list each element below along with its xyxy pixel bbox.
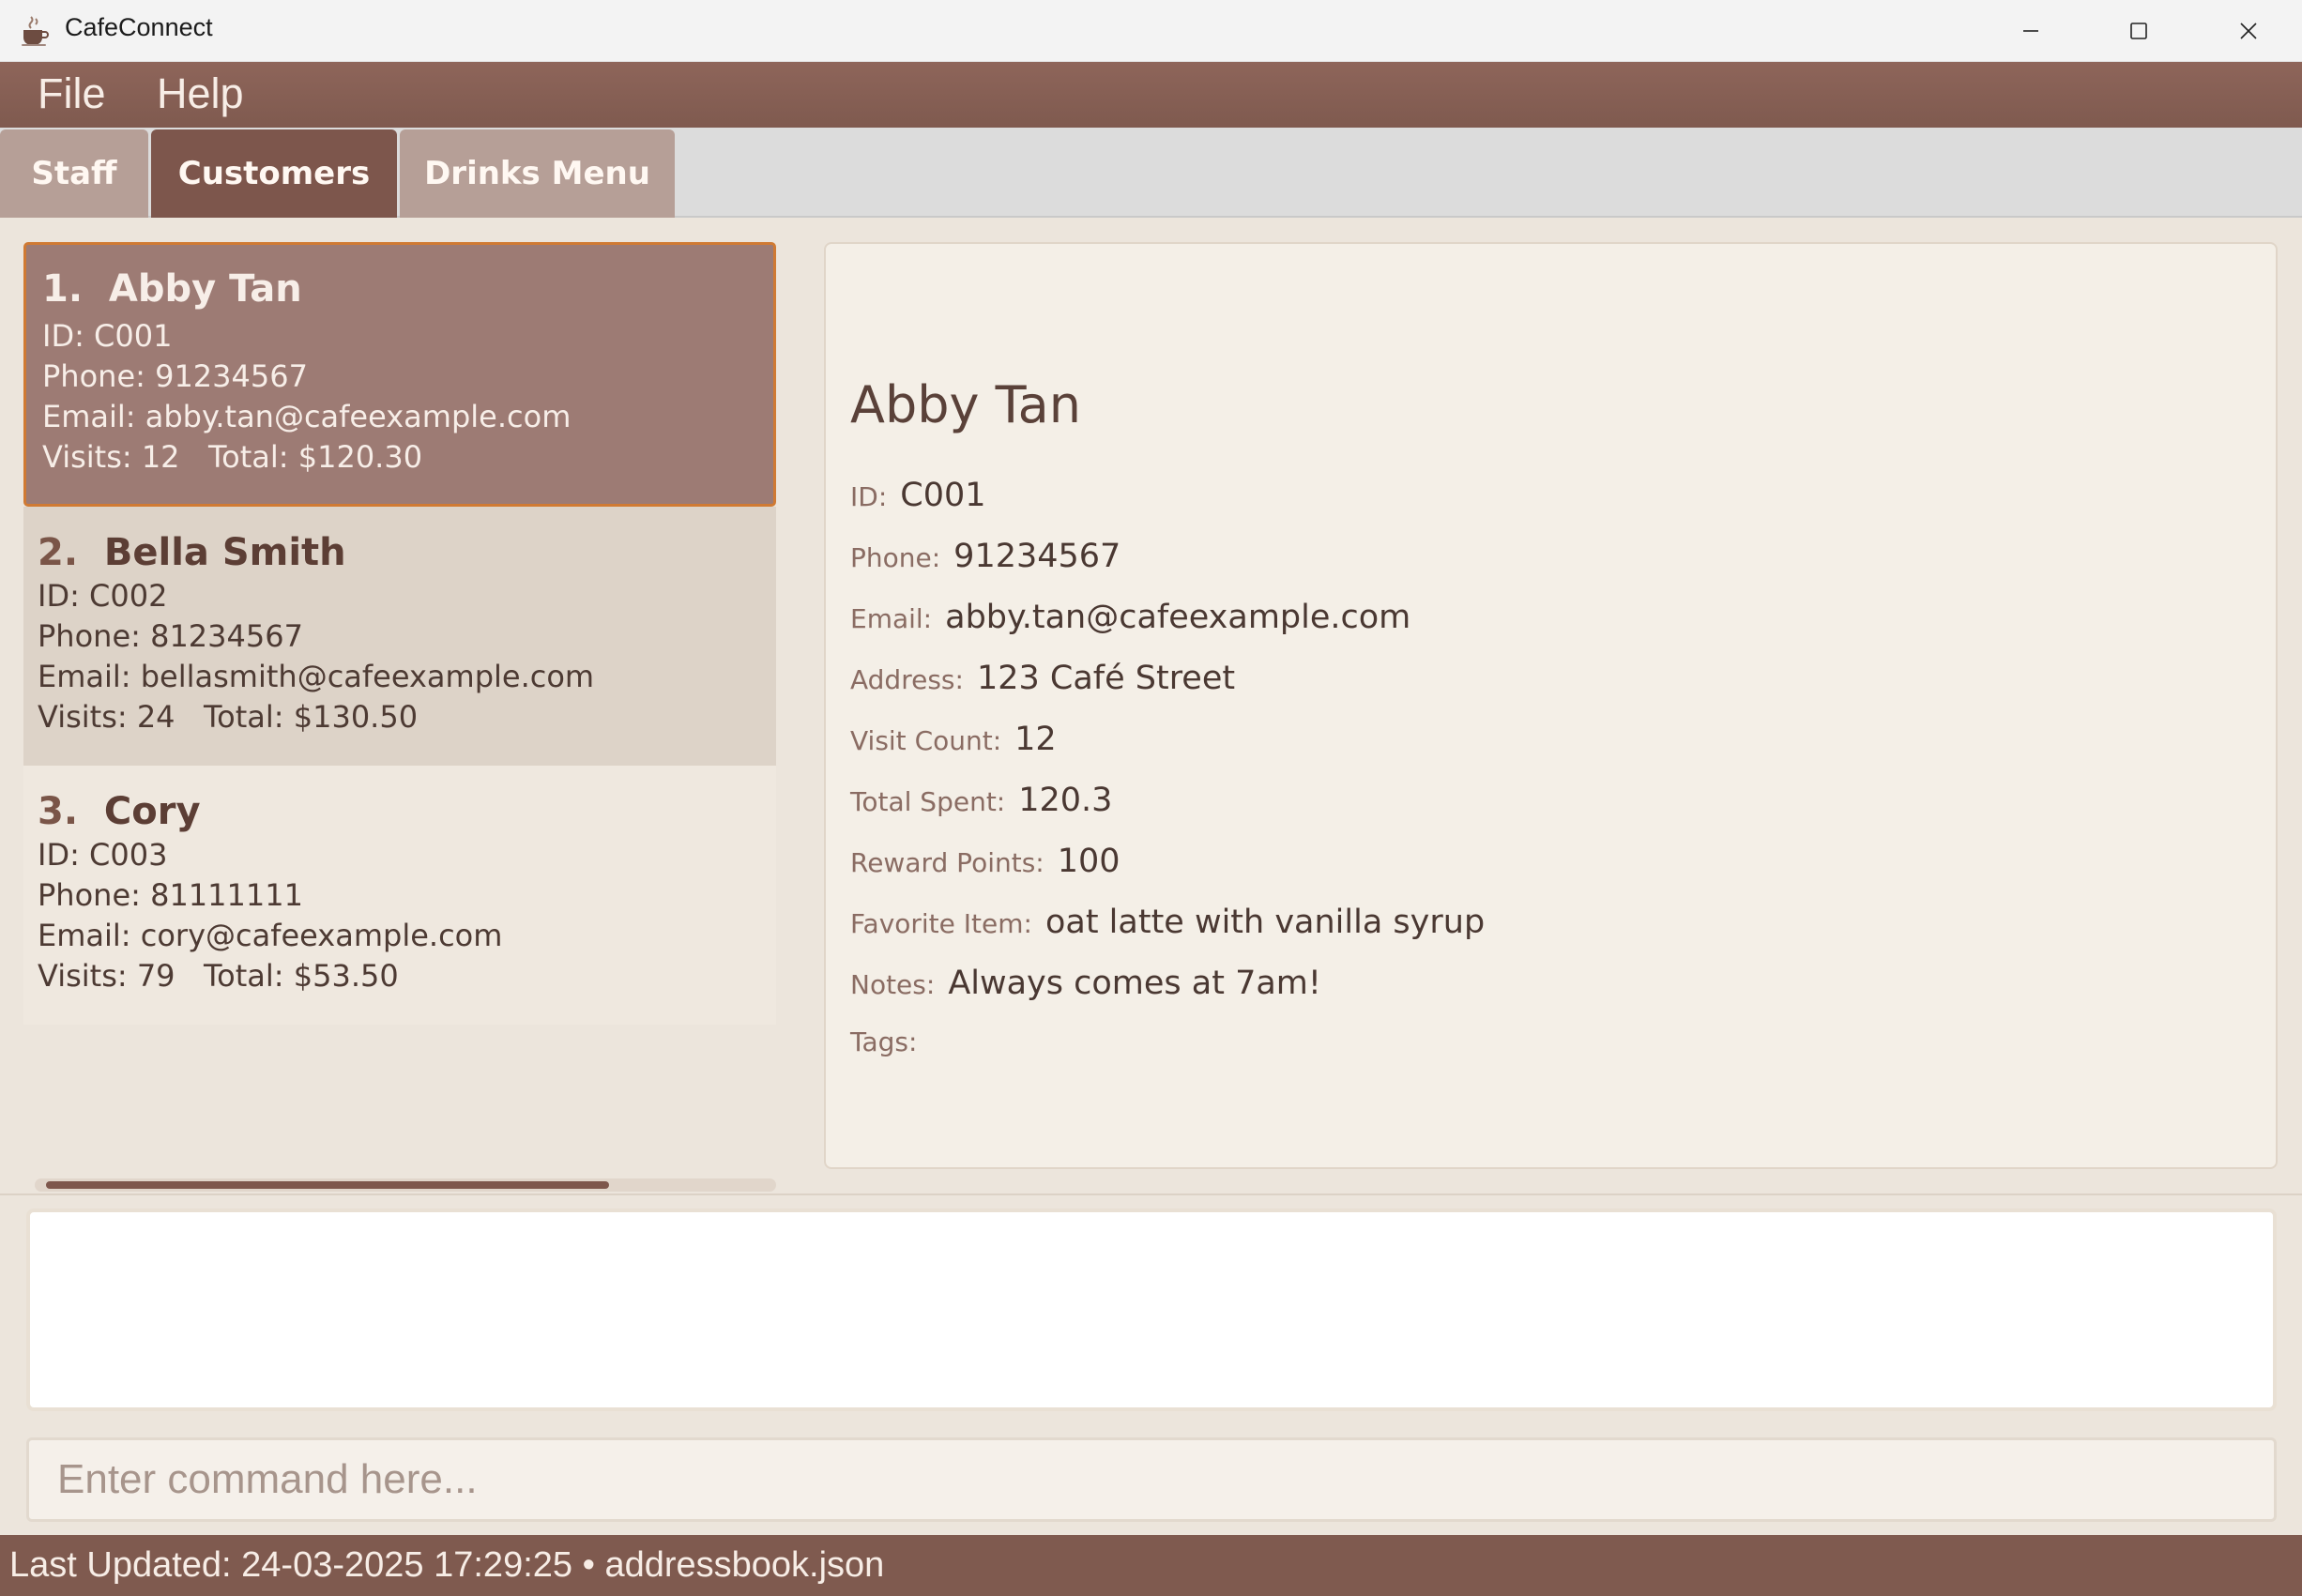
field-label: Total Spent: xyxy=(850,786,1006,817)
customer-stats: Visits: 79 Total: $53.50 xyxy=(38,958,399,994)
field-label: ID: xyxy=(850,481,888,512)
customer-email: Email: abby.tan@cafeexample.com xyxy=(42,399,572,434)
customer-card-abby-tan[interactable]: 1. Abby Tan ID: C001 Phone: 91234567 Ema… xyxy=(23,242,776,507)
window-title-bar: CafeConnect xyxy=(0,0,2302,62)
customer-card-title: 2. Bella Smith xyxy=(38,531,346,574)
customer-id: ID: C003 xyxy=(38,837,168,873)
customer-index: 2. xyxy=(38,531,79,574)
tab-bar: Staff Customers Drinks Menu xyxy=(0,128,2302,218)
customer-index: 3. xyxy=(38,790,79,833)
customer-card-bella-smith[interactable]: 2. Bella Smith ID: C002 Phone: 81234567 … xyxy=(23,507,776,766)
customer-name: Cory xyxy=(103,790,201,833)
tab-staff[interactable]: Staff xyxy=(0,129,148,218)
customer-detail-panel: Abby Tan ID: C001 Phone: 91234567 Email:… xyxy=(824,242,2278,1169)
maximize-button[interactable] xyxy=(2084,0,2192,62)
field-value: 120.3 xyxy=(1018,782,1113,819)
detail-field-address: Address: 123 Café Street xyxy=(850,660,1235,697)
field-value: 123 Café Street xyxy=(976,660,1236,697)
detail-field-tags: Tags: xyxy=(850,1026,930,1057)
menu-bar: File Help xyxy=(0,62,2302,128)
tab-drinks-menu[interactable]: Drinks Menu xyxy=(400,129,675,218)
command-box xyxy=(0,1430,2302,1535)
customer-phone: Phone: 81111111 xyxy=(38,877,303,913)
window-title: CafeConnect xyxy=(65,13,213,41)
field-label: Visit Count: xyxy=(850,725,1002,756)
detail-field-id: ID: C001 xyxy=(850,477,986,514)
customer-id: ID: C001 xyxy=(42,318,173,354)
minimize-button[interactable] xyxy=(1976,0,2084,62)
status-bar: Last Updated: 24-03-2025 17:29:25 • addr… xyxy=(0,1535,2302,1596)
detail-field-reward-points: Reward Points: 100 xyxy=(850,843,1121,880)
status-text: Last Updated: 24-03-2025 17:29:25 • addr… xyxy=(9,1545,885,1585)
detail-field-phone: Phone: 91234567 xyxy=(850,538,1121,575)
scrollbar-thumb[interactable] xyxy=(46,1181,609,1189)
field-label: Phone: xyxy=(850,542,941,573)
maximize-icon xyxy=(2129,23,2147,39)
horizontal-scrollbar[interactable] xyxy=(35,1178,776,1192)
customer-stats: Visits: 12 Total: $120.30 xyxy=(42,439,423,475)
customer-phone: Phone: 81234567 xyxy=(38,618,303,654)
customer-name: Abby Tan xyxy=(108,267,302,311)
minimize-icon xyxy=(2022,30,2038,32)
coffee-cup-icon xyxy=(22,16,49,46)
field-value: 12 xyxy=(1014,721,1057,758)
customer-email: Email: cory@cafeexample.com xyxy=(38,918,503,953)
command-input[interactable] xyxy=(26,1437,2277,1522)
customer-list: 1. Abby Tan ID: C001 Phone: 91234567 Ema… xyxy=(23,242,776,1192)
main-content: 1. Abby Tan ID: C001 Phone: 91234567 Ema… xyxy=(0,218,2302,1193)
result-display[interactable] xyxy=(26,1208,2277,1411)
field-value: 100 xyxy=(1057,843,1121,880)
close-icon xyxy=(2239,23,2257,39)
detail-field-total-spent: Total Spent: 120.3 xyxy=(850,782,1112,819)
field-label: Tags: xyxy=(850,1026,918,1057)
customer-id: ID: C002 xyxy=(38,578,168,614)
field-label: Favorite Item: xyxy=(850,908,1032,939)
field-value: Always comes at 7am! xyxy=(948,965,1321,1002)
customer-name: Bella Smith xyxy=(103,531,346,574)
detail-field-notes: Notes: Always comes at 7am! xyxy=(850,965,1321,1002)
field-value: abby.tan@cafeexample.com xyxy=(945,599,1411,636)
customer-card-cory[interactable]: 3. Cory ID: C003 Phone: 81111111 Email: … xyxy=(23,766,776,1025)
field-label: Email: xyxy=(850,603,933,634)
customer-index: 1. xyxy=(42,267,84,311)
close-button[interactable] xyxy=(2194,0,2302,62)
tab-customers[interactable]: Customers xyxy=(151,129,397,218)
menu-help[interactable]: Help xyxy=(157,69,244,118)
detail-field-visit-count: Visit Count: 12 xyxy=(850,721,1057,758)
field-value: 91234567 xyxy=(953,538,1121,575)
customer-phone: Phone: 91234567 xyxy=(42,358,308,394)
detail-field-email: Email: abby.tan@cafeexample.com xyxy=(850,599,1410,636)
field-label: Notes: xyxy=(850,969,936,1000)
detail-field-favorite-item: Favorite Item: oat latte with vanilla sy… xyxy=(850,904,1485,941)
field-value: C001 xyxy=(900,477,986,514)
customer-card-title: 1. Abby Tan xyxy=(42,267,302,311)
customer-email: Email: bellasmith@cafeexample.com xyxy=(38,659,595,694)
detail-customer-name: Abby Tan xyxy=(850,375,1081,434)
result-display-area xyxy=(0,1193,2302,1430)
field-value: oat latte with vanilla syrup xyxy=(1044,904,1486,941)
field-label: Address: xyxy=(850,664,964,695)
customer-card-title: 3. Cory xyxy=(38,790,201,833)
customer-stats: Visits: 24 Total: $130.50 xyxy=(38,699,419,735)
field-label: Reward Points: xyxy=(850,847,1044,878)
menu-file[interactable]: File xyxy=(38,69,106,118)
